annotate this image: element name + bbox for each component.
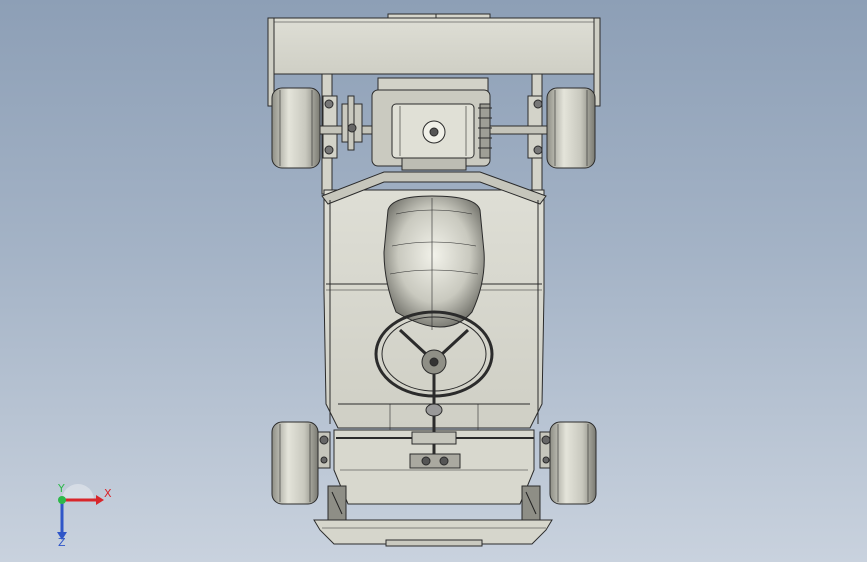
front-bumper[interactable] [313, 519, 553, 547]
z-axis-label: Z [58, 536, 66, 548]
drive-sprocket[interactable] [478, 103, 492, 159]
y-axis-dot [58, 496, 66, 504]
x-axis-label: X [104, 487, 112, 500]
go-kart-model[interactable] [0, 0, 867, 562]
driver-seat[interactable] [383, 195, 485, 330]
engine[interactable] [371, 77, 491, 171]
coordinate-triad: X Y Z [57, 482, 112, 548]
wheel-front-left[interactable] [271, 421, 319, 505]
brake-caliper[interactable] [341, 95, 363, 151]
wheel-rear-left[interactable] [271, 87, 321, 169]
y-axis-label: Y [57, 482, 65, 495]
graphics-viewport[interactable]: X Y Z [0, 0, 867, 562]
wheel-front-right[interactable] [549, 421, 597, 505]
wheel-rear-right[interactable] [546, 87, 596, 169]
